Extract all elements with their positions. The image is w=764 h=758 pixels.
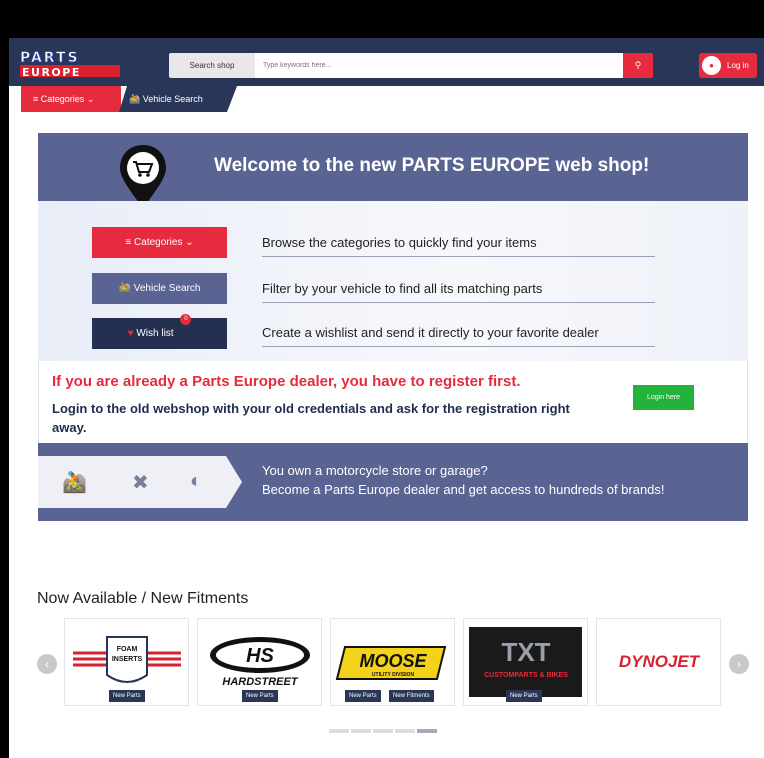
browser-page: PARTS EUROPE Search shop ⚲ ● Log in ≡ Ca… [9, 38, 764, 758]
dealer-line-2: Become a Parts Europe dealer and get acc… [262, 482, 665, 497]
dynojet-logo: DYNOJET [619, 652, 701, 671]
svg-text:FOAM: FOAM [117, 646, 138, 653]
dealer-line-1: You own a motorcycle store or garage? [262, 463, 488, 478]
wish-list-button[interactable]: ♥ Wish list 0 [92, 314, 227, 349]
search-input[interactable] [255, 53, 623, 78]
nav-categories[interactable]: ≡ Categories ⌄ [21, 86, 121, 112]
carousel-dot[interactable] [395, 729, 415, 733]
brand-card[interactable]: FOAM INSERTS New Parts [64, 618, 189, 706]
svg-text:HARDSTREET: HARDSTREET [222, 676, 298, 688]
user-icon: ● [702, 56, 721, 75]
svg-text:EUROPE: EUROPE [22, 66, 81, 79]
svg-text:PARTS: PARTS [20, 50, 80, 66]
login-label: Log in [727, 61, 749, 70]
categories-button-label: Categories [134, 237, 183, 248]
new-parts-tag: New Parts [242, 690, 278, 702]
nav-categories-label: Categories [40, 94, 85, 104]
dealer-text: You own a motorcycle store or garage? Be… [262, 461, 665, 499]
chevron-down-icon: ⌄ [185, 237, 194, 248]
categories-button[interactable]: ≡ Categories ⌄ [92, 227, 227, 258]
svg-text:HS: HS [246, 645, 274, 667]
parts-europe-logo[interactable]: PARTS EUROPE [18, 49, 124, 79]
search-shop-label[interactable]: Search shop [169, 53, 255, 78]
nav-vehicle-search-label: Vehicle Search [142, 94, 203, 104]
main-nav: ≡ Categories ⌄ 🚵 Vehicle Search [9, 86, 764, 114]
svg-text:MOOSE: MOOSE [359, 651, 427, 671]
welcome-title: Welcome to the new PARTS EUROPE web shop… [214, 155, 650, 176]
menu-icon: ≡ [33, 94, 39, 104]
chevron-left-icon: ‹ [45, 657, 49, 671]
register-notice: If you are already a Parts Europe dealer… [38, 361, 748, 443]
vehicle-search-button-label: Vehicle Search [133, 283, 201, 294]
new-fitments-tag: New Fitments [389, 690, 434, 702]
top-header: PARTS EUROPE Search shop ⚲ ● Log in [9, 38, 764, 86]
new-parts-tag: New Parts [109, 690, 145, 702]
wish-list-button-label: Wish list [136, 328, 174, 339]
wishlist-count-badge: 0 [180, 314, 192, 325]
motorcycle-icon: 🚵 [118, 283, 131, 294]
svg-text:UTILITY DIVISION: UTILITY DIVISION [372, 672, 415, 678]
svg-text:INSERTS: INSERTS [112, 656, 143, 663]
svg-text:TXT: TXT [501, 637, 550, 667]
chevron-down-icon: ⌄ [86, 94, 95, 104]
motorcycle-icon: 🚵 [62, 472, 87, 494]
carousel-prev-button[interactable]: ‹ [37, 654, 57, 674]
svg-text:CUSTOMPARTS & BIKES: CUSTOMPARTS & BIKES [484, 672, 568, 679]
new-parts-tag: New Parts [506, 690, 542, 702]
heart-icon: ♥ [127, 328, 134, 339]
feature-text-categories: Browse the categories to quickly find yo… [262, 235, 655, 257]
carousel-next-button[interactable]: › [729, 654, 749, 674]
search-icon: ⚲ [634, 60, 642, 70]
new-parts-tag: New Parts [345, 690, 381, 702]
fitments-title: Now Available / New Fitments [37, 590, 249, 607]
carousel-dot-active[interactable] [417, 729, 437, 733]
register-text: Login to the old webshop with your old c… [52, 401, 570, 435]
brand-card[interactable]: HS HARDSTREET New Parts [197, 618, 322, 706]
carousel-dot[interactable] [351, 729, 371, 733]
svg-text:DYNOJET: DYNOJET [619, 652, 701, 671]
carousel-dots [329, 720, 455, 733]
vehicle-search-button[interactable]: 🚵 Vehicle Search [92, 273, 227, 304]
nav-vehicle-search[interactable]: 🚵 Vehicle Search [119, 86, 237, 112]
tools-icon: ✖ [132, 472, 149, 494]
menu-icon: ≡ [125, 237, 132, 248]
search-button[interactable]: ⚲ [623, 53, 653, 78]
helmet-icon: ◐ [190, 470, 203, 492]
dealer-banner[interactable]: 🚵 ✖ ◐ You own a motorcycle store or gara… [38, 443, 748, 521]
dealer-icons: 🚵 ✖ ◐ [38, 456, 242, 508]
brand-card[interactable]: MOOSE UTILITY DIVISION New Parts New Fit… [330, 618, 455, 706]
brand-card[interactable]: DYNOJET [596, 618, 721, 706]
register-title: If you are already a Parts Europe dealer… [52, 373, 521, 390]
brand-card[interactable]: TXT CUSTOMPARTS & BIKES New Parts [463, 618, 588, 706]
feature-text-vehicle: Filter by your vehicle to find all its m… [262, 281, 655, 303]
brand-carousel: ‹ FOAM INSERTS New Parts HS HARDSTREET N… [9, 618, 764, 708]
carousel-dot[interactable] [373, 729, 393, 733]
login-button[interactable]: ● Log in [699, 53, 757, 78]
motorcycle-icon: 🚵 [129, 94, 141, 104]
login-here-button[interactable]: Login here [633, 385, 694, 410]
welcome-panel: Welcome to the new PARTS EUROPE web shop… [38, 133, 748, 521]
carousel-dot[interactable] [329, 729, 349, 733]
chevron-right-icon: › [737, 657, 741, 671]
feature-list: ≡ Categories ⌄ Browse the categories to … [38, 201, 748, 361]
feature-text-wishlist: Create a wishlist and send it directly t… [262, 325, 655, 347]
